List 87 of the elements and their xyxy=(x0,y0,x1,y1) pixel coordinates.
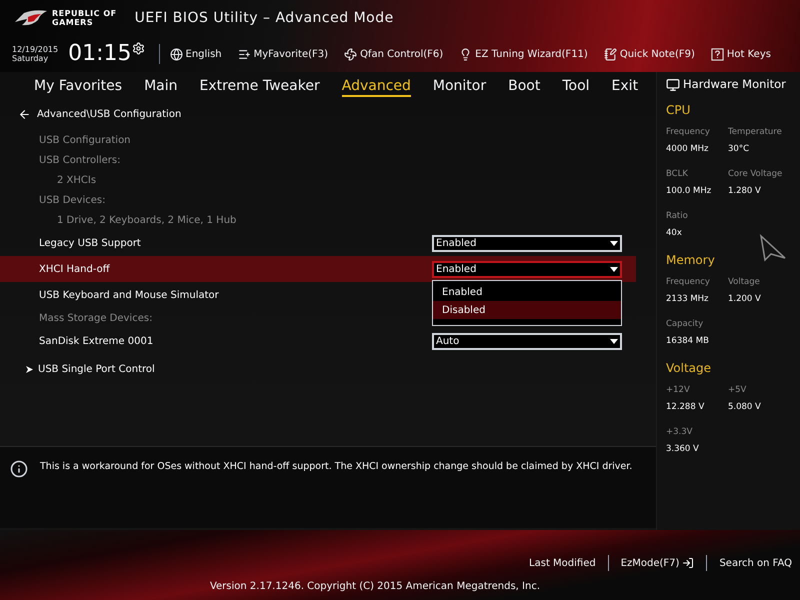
toolbar-button[interactable]: EZ Tuning Wizard(F11) xyxy=(459,46,588,62)
footer-button[interactable]: Last Modified xyxy=(529,556,596,570)
caret-icon xyxy=(610,266,618,272)
caret-icon xyxy=(610,240,618,246)
section-title: Voltage xyxy=(666,360,712,377)
version-text: Version 2.17.1246. Copyright (C) 2015 American Megatrends, Inc. xyxy=(210,580,540,594)
setting-label: XHCI Hand-off xyxy=(39,262,110,276)
nav-tab[interactable]: Monitor xyxy=(432,77,486,97)
window-title: UEFI BIOS Utility – Advanced Mode xyxy=(134,8,394,28)
info-text: 1 Drive, 2 Keyboards, 2 Mice, 1 Hub xyxy=(57,214,236,228)
setting-row[interactable]: SanDisk Extreme 0001 Auto xyxy=(0,328,636,354)
globe-icon xyxy=(170,48,183,60)
help-icon xyxy=(710,48,724,60)
cursor-icon xyxy=(759,234,787,262)
note-icon xyxy=(604,48,617,60)
section-label: USB Configuration xyxy=(39,134,131,148)
nav-tab[interactable]: Boot xyxy=(508,77,540,97)
dropdown-option[interactable]: Enabled xyxy=(433,283,621,301)
toolbar-button[interactable]: Quick Note(F9) xyxy=(604,46,695,62)
info-icon xyxy=(10,460,28,478)
nav-tab[interactable]: Exit xyxy=(612,77,638,97)
caret-icon xyxy=(610,338,618,344)
section-title: Memory xyxy=(666,252,716,269)
help-text: This is a workaround for OSes without XHCI hand-off support. The XHCI ownership change should be claimed by XHCI driver. xyxy=(40,460,632,474)
toolbar-button[interactable]: Hot Keys xyxy=(710,46,771,62)
nav-tab[interactable]: Advanced xyxy=(342,77,411,97)
metric-label: BCLK xyxy=(666,168,689,180)
section-label: USB Devices: xyxy=(39,194,106,208)
fan-icon xyxy=(344,48,358,60)
exit-icon xyxy=(682,557,694,569)
metric-label: Frequency xyxy=(666,276,711,288)
toolbar-button[interactable]: MyFavorite(F3) xyxy=(238,46,328,62)
section-label: USB Controllers: xyxy=(39,154,120,168)
setting-row[interactable]: XHCI Hand-off Enabled xyxy=(0,256,636,282)
metric-label: Frequency xyxy=(666,126,711,138)
back-arrow-icon[interactable] xyxy=(18,108,31,120)
settings-icon[interactable] xyxy=(132,42,145,55)
metric-label: +3.3V xyxy=(666,426,694,438)
setting-label: Legacy USB Support xyxy=(39,236,141,250)
dropdown-option[interactable]: Disabled xyxy=(433,301,621,319)
nav-tab[interactable]: Extreme Tweaker xyxy=(199,77,320,97)
metric-label: +5V xyxy=(728,384,748,396)
dropdown[interactable]: Auto xyxy=(432,332,622,350)
submenu-link[interactable]: USB Single Port Control xyxy=(0,354,656,384)
metric-value: 1.200 V xyxy=(728,293,762,305)
date-text: 12/19/2015 Saturday xyxy=(12,45,58,63)
setting-row[interactable]: Legacy USB Support Enabled xyxy=(0,230,636,256)
setting-label: SanDisk Extreme 0001 xyxy=(39,334,154,348)
metric-label: Capacity xyxy=(666,318,704,330)
metric-value: 2133 MHz xyxy=(666,293,710,305)
section-label: Mass Storage Devices: xyxy=(39,312,152,326)
metric-value: 100.0 MHz xyxy=(666,185,712,197)
metric-label: Voltage xyxy=(728,276,761,288)
logo-icon xyxy=(14,8,48,28)
panel-title: Hardware Monitor xyxy=(683,76,786,94)
toolbar-button[interactable]: Qfan Control(F6) xyxy=(344,46,444,62)
metric-value: 4000 MHz xyxy=(666,143,710,155)
arrow-icon xyxy=(26,366,33,372)
nav-tab[interactable]: My Favorites xyxy=(34,77,122,97)
footer-button[interactable]: EzMode(F7) xyxy=(620,556,694,570)
dropdown[interactable]: Enabled xyxy=(432,260,622,278)
footer-button[interactable]: Search on FAQ xyxy=(719,556,792,570)
monitor-icon xyxy=(666,78,680,92)
metric-value: 40x xyxy=(666,227,683,239)
nav-tab[interactable]: Main xyxy=(144,77,178,97)
nav-tab[interactable]: Tool xyxy=(562,77,590,97)
metric-label: Ratio xyxy=(666,210,689,222)
logo-text: REPUBLIC OF GAMERS xyxy=(52,9,117,27)
metric-value: 5.080 V xyxy=(728,401,762,413)
metric-value: 3.360 V xyxy=(666,443,700,455)
metric-label: Temperature xyxy=(728,126,783,138)
setting-row[interactable]: USB Keyboard and Mouse Simulator xyxy=(0,282,390,308)
info-text: 2 XHCIs xyxy=(57,174,96,188)
metric-label: +12V xyxy=(666,384,691,396)
lightbulb-icon xyxy=(459,48,472,60)
setting-label: USB Keyboard and Mouse Simulator xyxy=(39,288,219,302)
metric-value: 1.280 V xyxy=(728,185,762,197)
clock-time: 01:15 xyxy=(68,42,132,66)
metric-label: Core Voltage xyxy=(728,168,784,180)
toolbar-button[interactable]: English xyxy=(170,46,222,62)
metric-value: 16384 MB xyxy=(666,335,710,347)
metric-value: 12.288 V xyxy=(666,401,706,413)
metric-value: 30°C xyxy=(728,143,750,155)
list-icon xyxy=(238,48,251,60)
dropdown[interactable]: Enabled xyxy=(432,234,622,252)
section-title: CPU xyxy=(666,102,692,119)
breadcrumb: Advanced\USB Configuration xyxy=(37,108,182,122)
